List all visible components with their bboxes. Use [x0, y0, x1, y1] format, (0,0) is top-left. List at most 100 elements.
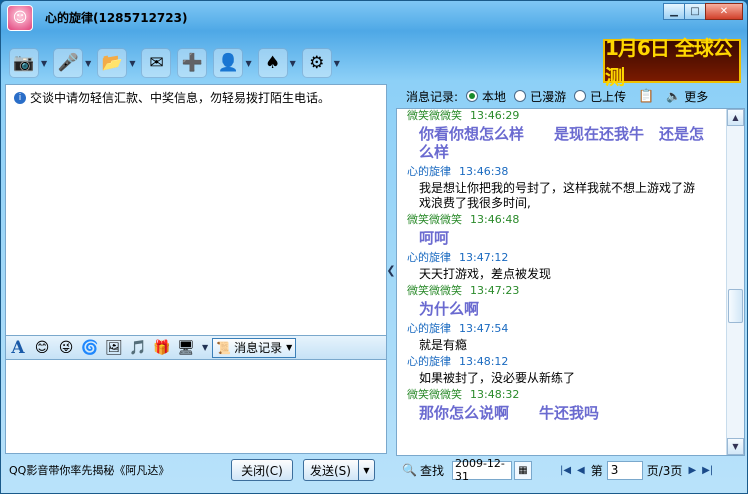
message-header: 心的旋律 13:46:38: [407, 165, 725, 179]
message-header: 微笑微微笑 13:46:29: [407, 109, 725, 123]
scroll-up-icon[interactable]: ▲: [727, 109, 744, 126]
message-header: 心的旋律 13:47:54: [407, 322, 725, 336]
close-button[interactable]: 关闭(C): [231, 459, 293, 481]
radio-roamed[interactable]: 已漫游: [514, 88, 566, 105]
message-text: 呵呵: [419, 229, 450, 247]
bottom-bar: QQ影音带你率先揭秘《阿凡达》 关闭(C) 发送(S) ▼: [5, 457, 387, 483]
message-header: 微笑微微笑 13:47:23: [407, 284, 725, 298]
screenshot-dropdown[interactable]: ▼: [202, 343, 208, 352]
message-display: i 交谈中请勿轻信汇款、中奖信息，勿轻易拨打陌生电话。: [5, 84, 387, 336]
ad-banner[interactable]: 1月6日 全球公测: [603, 36, 741, 89]
info-icon: i: [14, 91, 26, 104]
sender-name: 心的旋律: [407, 165, 451, 178]
message-record-button[interactable]: 📜 消息记录 ▼: [212, 337, 297, 358]
last-page-icon[interactable]: ▶|: [702, 465, 713, 476]
format-toolbar: A 😊 😜 🌀 🖼 🎵 🎁 🖥 ▼ 📜 消息记录 ▼: [5, 336, 387, 360]
security-notice: 交谈中请勿轻信汇款、中奖信息，勿轻易拨打陌生电话。: [30, 91, 331, 105]
message-time: 13:47:12: [459, 251, 509, 264]
microphone-icon: 🎤: [53, 48, 84, 78]
history-scrollbar[interactable]: ▲ ▼: [726, 109, 744, 455]
sender-name: 微笑微微笑: [407, 284, 462, 297]
messages-container: 微笑微微笑 13:46:29 你看你想怎么样 是现在还我牛 还是怎么样 心的旋律 13:…: [397, 109, 725, 455]
font-icon[interactable]: A: [8, 338, 28, 358]
window-title: 心的旋律(1285712723): [45, 11, 188, 25]
message-text: 那你怎么说啊 牛还我吗: [419, 404, 600, 422]
message-time: 13:48:32: [470, 388, 520, 401]
sender-name: 微笑微微笑: [407, 109, 462, 122]
message-time: 13:47:54: [459, 322, 509, 335]
message-time: 13:46:48: [470, 213, 520, 226]
scroll-down-icon[interactable]: ▼: [727, 438, 744, 455]
message-header: 心的旋律 13:47:12: [407, 251, 725, 265]
send-mail-button[interactable]: ✉: [141, 48, 172, 78]
history-pane: 消息记录: 本地 已漫游 已上传 📋 🔈 更多 微笑微微笑 13:46:29 你看你想…: [396, 84, 745, 483]
voice-chat-button[interactable]: 🎤 ▼: [53, 48, 91, 78]
main-toolbar: 📷 ▼ 🎤 ▼ 📂 ▼ ✉ ➕ 👤 ▼ ♠ ▼ ⚙ ▼: [9, 43, 346, 83]
scroll-thumb[interactable]: [728, 289, 743, 323]
message-time: 13:48:12: [459, 355, 509, 368]
minimize-button[interactable]: ▁: [663, 3, 685, 20]
screenshot-icon[interactable]: 🖥: [176, 338, 196, 358]
radio-uploaded[interactable]: 已上传: [574, 88, 626, 105]
close-window-button[interactable]: ✕: [705, 3, 743, 20]
avatar[interactable]: ☺: [7, 5, 33, 31]
speaker-icon: 🔈: [666, 89, 682, 103]
search-label[interactable]: 查找: [420, 462, 444, 479]
message-input[interactable]: [5, 360, 387, 454]
message-header: 心的旋律 13:48:12: [407, 355, 725, 369]
history-label: 消息记录:: [406, 89, 459, 104]
sender-name: 心的旋律: [407, 251, 451, 264]
message-time: 13:46:29: [470, 109, 520, 122]
send-options-dropdown[interactable]: ▼: [358, 460, 374, 480]
emoji-icon[interactable]: 😊: [32, 338, 52, 358]
apps-button[interactable]: ⚙ ▼: [301, 48, 340, 78]
message-header: 微笑微微笑 13:46:48: [407, 213, 725, 227]
remote-assist-button[interactable]: 👤 ▼: [213, 48, 252, 78]
history-list: 微笑微微笑 13:46:29 你看你想怎么样 是现在还我牛 还是怎么样 心的旋律 13:…: [396, 108, 745, 456]
webcam-icon: 📷: [9, 48, 39, 78]
message-text: 为什么啊: [419, 300, 480, 318]
history-footer: 🔍 查找 2009-12-31 ▦ |◀ ◀ 第 3 页/3页 ▶ ▶|: [396, 457, 745, 483]
sender-name: 微笑微微笑: [407, 388, 462, 401]
create-group-button[interactable]: ➕: [177, 48, 208, 78]
left-pane: i 交谈中请勿轻信汇款、中奖信息，勿轻易拨打陌生电话。 A 😊 😜 🌀 🖼 🎵 🎁…: [5, 84, 387, 456]
promo-link[interactable]: QQ影音带你率先揭秘《阿凡达》: [9, 462, 219, 478]
sender-name: 微笑微微笑: [407, 213, 462, 226]
message-time: 13:47:23: [470, 284, 520, 297]
more-button[interactable]: 🔈 更多: [666, 88, 708, 105]
title-bar[interactable]: ☺ 心的旋律(1285712723) ▁ □ ✕: [1, 1, 747, 33]
image-icon[interactable]: 🖼: [104, 338, 124, 358]
prev-page-icon[interactable]: ◀: [577, 465, 585, 476]
message-time: 13:46:38: [459, 165, 509, 178]
page-input[interactable]: 3: [606, 460, 643, 480]
search-icon[interactable]: 🔍: [402, 463, 417, 477]
video-chat-button[interactable]: 📷 ▼: [9, 48, 47, 78]
collapse-panel-toggle[interactable]: ❮: [386, 85, 395, 455]
music-icon[interactable]: 🎵: [128, 338, 148, 358]
chat-window: ☺ 心的旋律(1285712723) ▁ □ ✕ 📷 ▼ 🎤 ▼ 📂 ▼ ✉ ➕ 👤 ▼…: [0, 0, 748, 494]
send-file-button[interactable]: 📂 ▼: [97, 48, 135, 78]
message-text: 你看你想怎么样 是现在还我牛 还是怎么样: [419, 125, 705, 161]
send-button[interactable]: 发送(S) ▼: [303, 459, 375, 481]
message-text: 我是想让你把我的号封了，这样我就不想上游戏了游戏浪费了我很多时间,: [419, 181, 696, 210]
sender-name: 心的旋律: [407, 355, 451, 368]
message-text: 就是有瘾: [419, 338, 468, 352]
page-prefix: 第: [590, 463, 603, 478]
user-card-icon: 👤: [213, 48, 244, 78]
shake-icon[interactable]: 🌀: [80, 338, 100, 358]
message-text: 天天打游戏，差点被发现: [419, 267, 552, 281]
next-page-icon[interactable]: ▶: [688, 465, 696, 476]
games-button[interactable]: ♠ ▼: [257, 48, 296, 78]
export-icon[interactable]: 📋: [638, 89, 654, 104]
calendar-icon[interactable]: ▦: [513, 460, 532, 480]
date-field[interactable]: 2009-12-31: [451, 457, 512, 483]
gift-icon[interactable]: 🎁: [152, 338, 172, 358]
radio-local[interactable]: 本地: [466, 88, 506, 105]
maximize-button[interactable]: □: [684, 3, 706, 20]
magic-emoticon-icon[interactable]: 😜: [56, 338, 76, 358]
cards-icon: ♠: [257, 48, 288, 78]
message-header: 微笑微微笑 13:48:32: [407, 388, 725, 402]
folder-icon: 📂: [97, 48, 128, 78]
add-note-icon: ➕: [177, 48, 208, 78]
first-page-icon[interactable]: |◀: [560, 465, 571, 476]
